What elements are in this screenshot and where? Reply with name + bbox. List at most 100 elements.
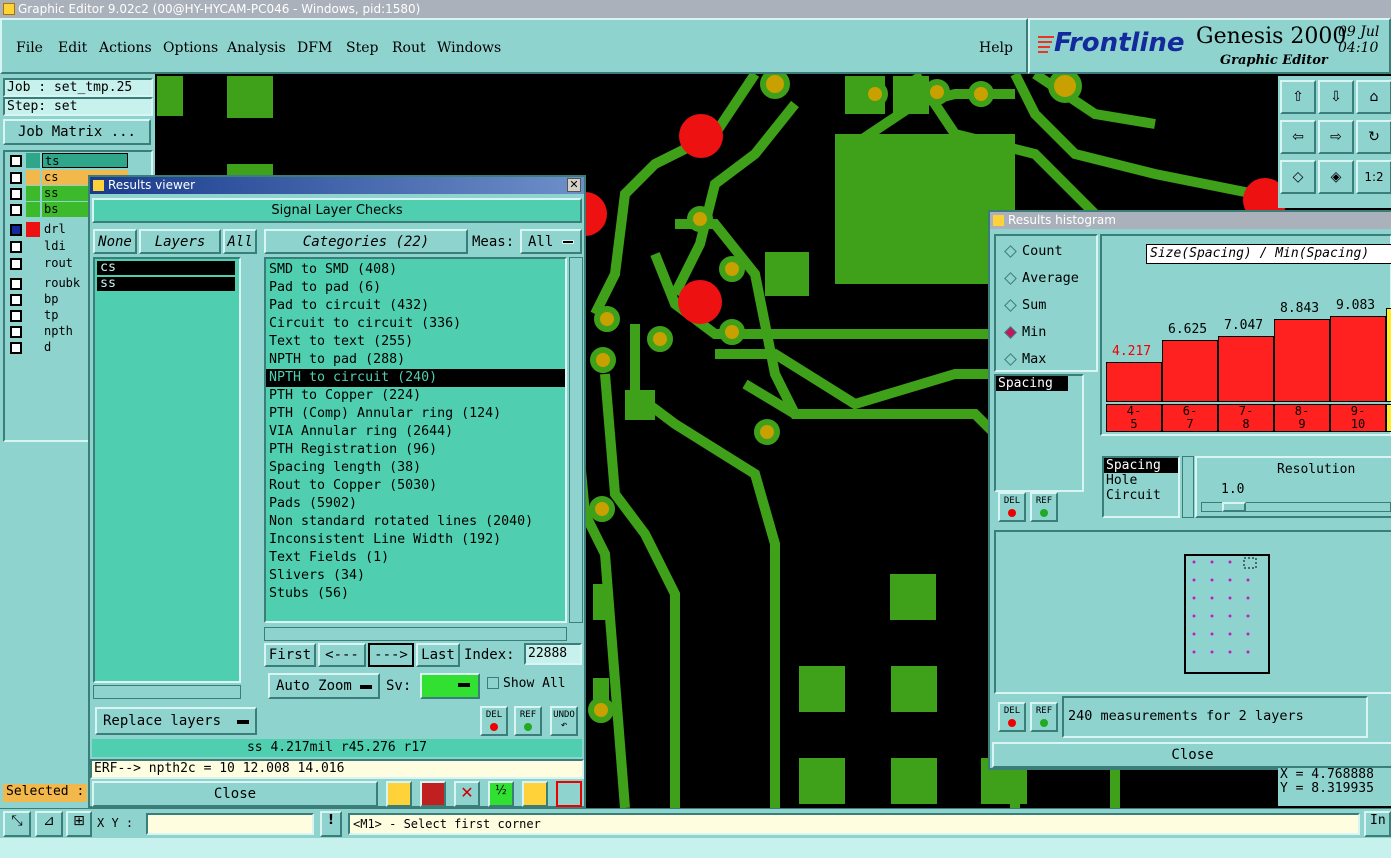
category-hscrollbar[interactable] [264,627,567,641]
menu-actions[interactable]: Actions [99,40,152,56]
histogram-bar[interactable] [1106,362,1162,402]
menu-options[interactable]: Options [163,40,218,56]
select-tool-icon[interactable]: ⤡ [3,811,31,837]
histogram-bar[interactable] [1274,319,1330,402]
type-list-scrollbar[interactable] [1182,456,1194,518]
category-list[interactable]: SMD to SMD (408) Pad to pad (6) Pad to cir… [264,257,567,623]
exit-icon[interactable] [420,781,446,807]
layer-color-swatch[interactable] [26,222,40,237]
category-item[interactable]: Non standard rotated lines (2040) [266,513,565,531]
zoom-in-icon[interactable]: ◈ [1318,160,1354,194]
layer-checkbox[interactable] [10,188,22,200]
layer-color-swatch[interactable] [26,324,40,339]
prev-button[interactable]: <--- [318,643,366,667]
layer-checkbox[interactable] [10,241,22,253]
slider-thumb[interactable] [1222,502,1246,512]
histogram-bar[interactable] [1162,340,1218,402]
all-button[interactable]: All [223,229,257,254]
layer-checkbox[interactable] [10,155,22,167]
menu-rout[interactable]: Rout [392,40,426,56]
meas-select[interactable]: All [520,229,582,254]
erf-icon[interactable]: ✕ [454,781,480,807]
category-item[interactable]: PTH to Copper (224) [266,387,565,405]
category-item[interactable]: Pad to circuit (432) [266,297,565,315]
type-hole[interactable]: Hole [1104,473,1178,488]
category-item[interactable]: Stubs (56) [266,585,565,603]
none-button[interactable]: None [93,229,137,254]
hist-del-button-2[interactable]: DEL [998,702,1026,732]
category-item[interactable]: Rout to Copper (5030) [266,477,565,495]
half-icon[interactable]: ½ [488,781,514,807]
ref-button[interactable]: REF [514,706,542,736]
type-spacing[interactable]: Spacing [1104,458,1178,473]
layer-checkbox[interactable] [10,294,22,306]
layer-list-hscrollbar[interactable] [93,685,241,699]
category-item[interactable]: Slivers (34) [266,567,565,585]
layer-results-list[interactable]: cs ss [93,257,241,683]
zoom-1to2-icon[interactable]: 1:2 [1356,160,1391,194]
job-matrix-button[interactable]: Job Matrix ... [3,119,151,145]
layer-color-swatch[interactable] [26,186,40,201]
layer-checkbox[interactable] [10,326,22,338]
category-item[interactable]: Inconsistent Line Width (192) [266,531,565,549]
menu-step[interactable]: Step [346,40,378,56]
layer-name[interactable]: ts [42,153,128,168]
category-item[interactable]: NPTH to circuit (240) [266,369,565,387]
category-item[interactable]: PTH Registration (96) [266,441,565,459]
mode-radio-count[interactable]: Count [1002,240,1096,264]
sv-color-select[interactable] [420,673,480,699]
category-item[interactable]: NPTH to pad (288) [266,351,565,369]
results-viewer-close-button[interactable]: Close [92,781,378,807]
layer-list-scrollbar[interactable] [243,257,257,683]
hist-ref-button-2[interactable]: REF [1030,702,1058,732]
close-icon[interactable]: ✕ [567,178,581,192]
hist-ref-button[interactable]: REF [1030,492,1058,522]
first-button[interactable]: First [264,643,316,667]
histogram-bar[interactable] [1330,316,1386,402]
pan-right-icon[interactable]: ⇨ [1318,120,1354,154]
zoom-out-icon[interactable]: ◇ [1280,160,1316,194]
category-item[interactable]: Circuit to circuit (336) [266,315,565,333]
histogram-bar[interactable] [1386,308,1391,402]
menu-dfm[interactable]: DFM [297,40,332,56]
menu-analysis[interactable]: Analysis [227,40,286,56]
menu-file[interactable]: File [16,40,43,56]
notes-icon[interactable] [522,781,548,807]
layer-color-swatch[interactable] [26,340,40,355]
hist-del-button[interactable]: DEL [998,492,1026,522]
type-list[interactable]: Spacing Hole Circuit [1102,456,1180,518]
resolution-slider[interactable] [1201,502,1391,512]
menu-help[interactable]: Help [979,40,1013,56]
category-item[interactable]: PTH (Comp) Annular ring (124) [266,405,565,423]
next-button[interactable]: ---> [368,643,414,667]
category-item[interactable]: Text Fields (1) [266,549,565,567]
replace-layers-select[interactable]: Replace layers [95,707,257,735]
type-circuit[interactable]: Circuit [1104,488,1178,503]
layer-color-swatch[interactable] [26,308,40,323]
category-item[interactable]: Pads (5902) [266,495,565,513]
menu-edit[interactable]: Edit [58,40,87,56]
pan-left-icon[interactable]: ⇦ [1280,120,1316,154]
mode-radio-sum[interactable]: Sum [1002,294,1096,318]
last-button[interactable]: Last [416,643,460,667]
categories-button[interactable]: Categories (22) [264,229,468,254]
layer-checkbox[interactable] [10,224,22,236]
spacing-list-item[interactable]: Spacing [996,376,1068,391]
category-item[interactable]: VIA Annular ring (2644) [266,423,565,441]
pan-up-icon[interactable]: ⇧ [1280,80,1316,114]
layer-result-item[interactable]: cs [97,261,235,275]
histogram-bar[interactable] [1218,336,1274,402]
category-item[interactable]: Text to text (255) [266,333,565,351]
layer-color-swatch[interactable] [26,256,40,271]
layer-checkbox[interactable] [10,342,22,354]
layer-color-swatch[interactable] [26,292,40,307]
histogram-icon[interactable] [556,781,582,807]
xy-input[interactable] [146,813,314,835]
redraw-icon[interactable]: ↻ [1356,120,1391,154]
input-mode-button[interactable]: In [1364,811,1391,837]
layer-checkbox[interactable] [10,204,22,216]
layers-button[interactable]: Layers [139,229,221,254]
layer-checkbox[interactable] [10,258,22,270]
layer-result-item[interactable]: ss [97,277,235,291]
mode-radio-min[interactable]: Min [1002,321,1096,345]
